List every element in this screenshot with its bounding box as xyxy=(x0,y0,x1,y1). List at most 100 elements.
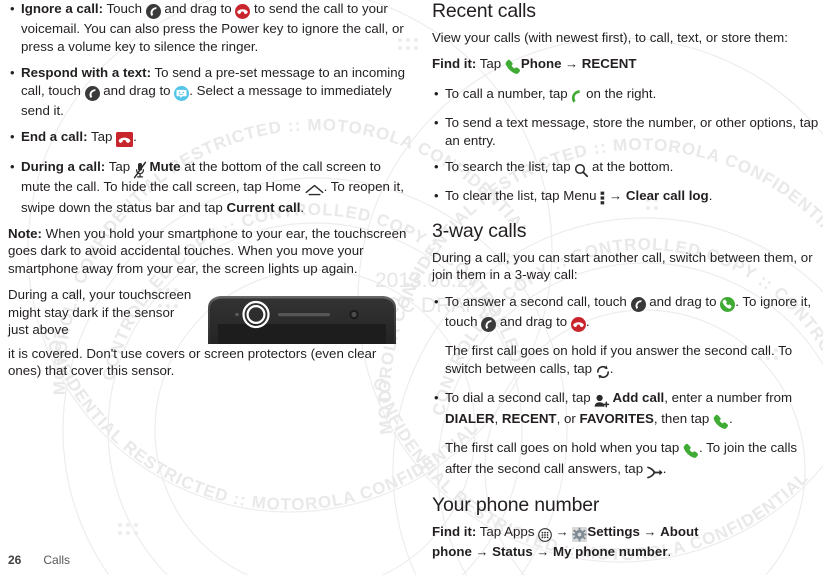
phone-green-icon xyxy=(505,58,521,75)
your-phone-number-heading: Your phone number xyxy=(432,493,600,516)
bullet-item: During a call: Tap Mute at the bottom of… xyxy=(8,158,408,216)
body-text: To send a text message, store the number… xyxy=(445,115,819,148)
recent-calls-bullet-list: To call a number, tap on the right. To se… xyxy=(432,85,823,208)
emphasis-text: RECENT xyxy=(501,410,557,426)
emphasis-text: Add call xyxy=(609,390,665,406)
bullet-item: Ignore a call: Touch and drag to to send… xyxy=(8,0,408,55)
bullet-item: To search the list, tap at the bottom. xyxy=(432,158,823,178)
swap-calls-icon xyxy=(596,363,610,380)
emphasis-text: Current call xyxy=(226,199,301,215)
settings-gear-icon xyxy=(572,526,588,543)
body-text: , xyxy=(494,410,502,426)
body-text: To call a number, tap xyxy=(445,85,572,101)
body-text: The first call goes on hold when you tap xyxy=(445,440,684,456)
three-way-calls-intro: During a call, you can start another cal… xyxy=(432,249,813,283)
bullet-item: To clear the list, tap Menu → Clear call… xyxy=(432,187,823,207)
answer-call-dark-icon xyxy=(145,3,161,20)
find-it-app: Phone xyxy=(520,56,562,72)
settings-label: Settings xyxy=(587,523,640,539)
sub-paragraph: The first call goes on hold when you tap… xyxy=(432,439,823,480)
body-text: and drag to xyxy=(99,82,175,98)
recent-calls-find-it: Find it: Tap Phone → RECENT xyxy=(432,55,823,75)
right-column: Recent calls View your calls (with newes… xyxy=(432,0,823,570)
answer-call-dark-icon xyxy=(481,316,497,333)
body-text: . xyxy=(300,199,305,215)
body-text: . xyxy=(133,129,137,145)
body-text: at the bottom. xyxy=(588,159,674,175)
body-text: . xyxy=(729,410,733,426)
emphasis-text: DIALER xyxy=(445,410,495,426)
body-text: , enter a number from xyxy=(664,390,793,406)
emphasis-text: FAVORITES xyxy=(579,410,654,426)
body-text: and drag to xyxy=(645,293,721,309)
search-icon xyxy=(574,161,589,178)
period: . xyxy=(667,544,672,560)
left-bullet-list: Ignore a call: Touch and drag to to send… xyxy=(8,0,408,216)
body-text: . xyxy=(585,314,590,330)
sub-paragraph: The first call goes on hold if you answe… xyxy=(432,342,823,380)
arrow-3: → xyxy=(471,544,493,560)
body-text: and drag to xyxy=(496,314,571,330)
emphasis-text: Clear call log xyxy=(625,188,709,204)
body-text: → xyxy=(605,188,626,204)
bullet-item: To send a text message, store the number… xyxy=(432,114,823,149)
arrow-4: → xyxy=(532,544,553,560)
end-call-red-circle-icon xyxy=(570,316,586,333)
bullet-item: To dial a second call, tap Add call, ent… xyxy=(432,389,823,430)
body-text: To answer a second call, touch xyxy=(445,293,631,309)
body-text: To search the list, tap xyxy=(445,159,575,175)
emphasis-text: Mute xyxy=(145,158,185,174)
bullet-title: Ignore a call: xyxy=(21,1,104,16)
page-number: 26 xyxy=(8,553,22,567)
sensor-paragraph-wrapped: During a call, your touchscreen might st… xyxy=(8,287,192,338)
find-it-label: Find it: xyxy=(432,56,477,72)
find-it-pre: Tap xyxy=(476,56,505,72)
body-text: . xyxy=(662,460,667,476)
find-it-arrow: → xyxy=(561,56,582,72)
body-text: . xyxy=(708,188,713,204)
bullet-item: To answer a second call, touch and drag … xyxy=(432,293,823,334)
answer-call-dark-icon xyxy=(84,85,100,102)
note-label: Note: xyxy=(8,226,42,242)
phone-green-icon xyxy=(683,442,699,459)
bullet-title: End a call: xyxy=(21,129,88,145)
body-text: To dial a second call, tap xyxy=(445,390,595,406)
footer-section-title: Calls xyxy=(43,553,71,567)
my-phone-number-label: My phone number xyxy=(553,544,668,560)
bullet-title: During a call: xyxy=(21,158,106,174)
find-it-pre-2: Tap Apps xyxy=(476,523,539,539)
your-phone-number-find-it: Find it: Tap Apps → Settings → About pho… xyxy=(432,523,823,561)
body-text: The first call goes on hold if you answe… xyxy=(445,343,793,376)
recent-calls-heading: Recent calls xyxy=(432,0,536,22)
bullet-item: To call a number, tap on the right. xyxy=(432,85,823,105)
find-it-target: RECENT xyxy=(581,56,637,72)
note-body: When you hold your smartphone to your ea… xyxy=(8,226,407,276)
body-text: . xyxy=(609,360,614,376)
merge-calls-icon xyxy=(646,463,663,480)
arrow-1: → xyxy=(552,523,573,539)
bullet-title: Respond with a text: xyxy=(21,65,152,81)
body-text: Touch xyxy=(103,1,146,16)
status-label: Status xyxy=(492,544,533,560)
recent-calls-intro: View your calls (with newest first), to … xyxy=(432,30,788,45)
find-it-label-2: Find it: xyxy=(432,523,477,539)
overflow-menu-icon xyxy=(600,190,605,207)
body-text: , or xyxy=(556,410,580,426)
note-paragraph: Note: When you hold your smartphone to y… xyxy=(8,225,408,277)
end-call-red-square-icon xyxy=(116,131,134,148)
arrow-2: → xyxy=(639,523,661,539)
phone-green-icon xyxy=(713,413,729,430)
home-icon xyxy=(305,181,324,198)
answer-call-dark-icon xyxy=(630,296,646,313)
body-text: and drag to xyxy=(160,1,236,16)
answer-call-green-circle-icon xyxy=(720,296,736,313)
body-text: on the right. xyxy=(582,85,657,101)
add-call-icon xyxy=(594,392,610,409)
sensor-paragraph-rest: it is covered. Don't use covers or scree… xyxy=(8,345,377,378)
body-text: To clear the list, tap Menu xyxy=(445,188,601,204)
manual-page: Ignore a call: Touch and drag to to send… xyxy=(0,0,823,575)
three-way-bullet-list: To answer a second call, touch and drag … xyxy=(432,293,823,480)
end-call-red-circle-icon xyxy=(235,3,251,20)
body-text: Tap xyxy=(87,129,117,145)
body-text: , then tap xyxy=(653,410,713,426)
